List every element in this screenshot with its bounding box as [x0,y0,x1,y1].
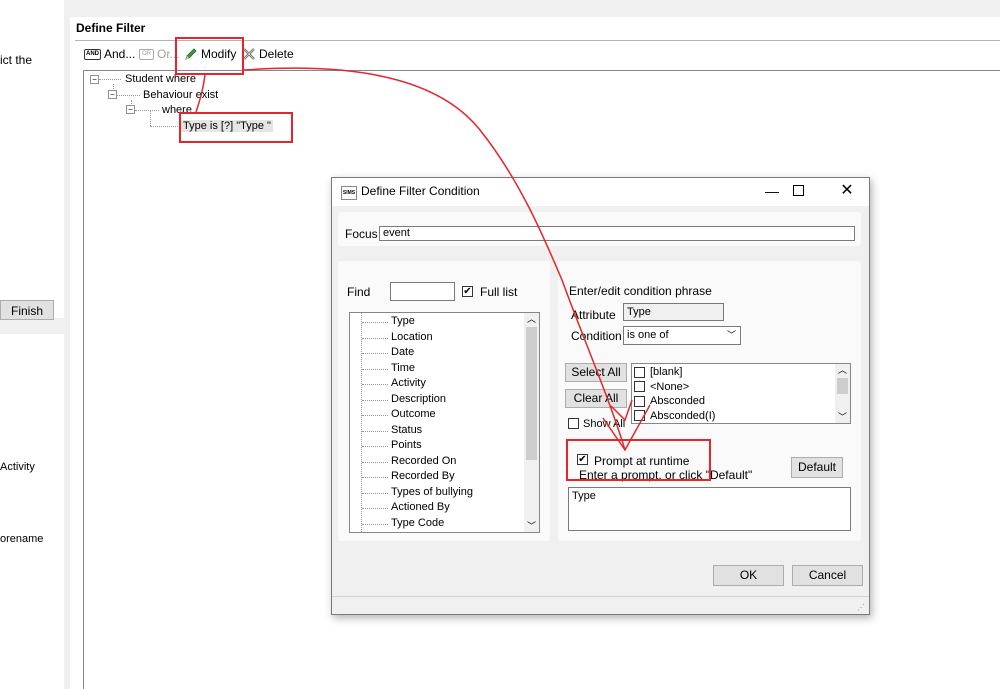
annotation-arrow [243,67,626,451]
annotation-arrowhead [602,404,651,452]
annotation-arrows [195,67,651,452]
annotation-line [195,74,206,113]
